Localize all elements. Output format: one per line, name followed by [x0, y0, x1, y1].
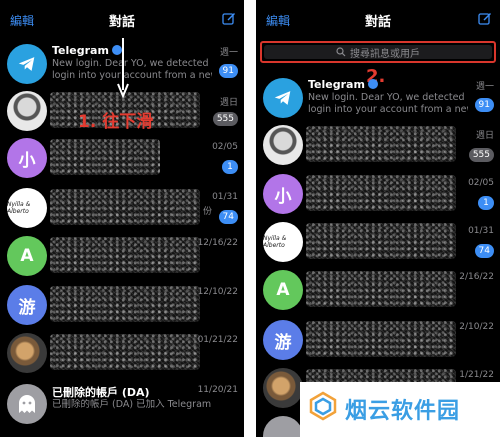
chat-name: 已刪除的帳戶 (DA) [52, 386, 150, 399]
avatar-initial: 游 [263, 320, 303, 360]
chat-date: 02/05 [212, 142, 238, 152]
ghost-icon [7, 384, 47, 424]
chat-preview-line-1: 已刪除的帳戶 (DA) 已加入 Telegram [52, 399, 212, 410]
chat-item[interactable]: 游 2/10/22 [256, 318, 500, 366]
chat-date: 2/16/22 [459, 272, 494, 282]
chat-date: 週一 [219, 48, 238, 58]
ghost-icon [263, 416, 303, 437]
unread-badge: 555 [212, 112, 238, 126]
unread-badge: 74 [474, 244, 494, 258]
blurred-chat-content [306, 223, 456, 259]
unread-badge: 91 [218, 64, 238, 78]
avatar-initial: A [7, 236, 47, 276]
chat-preview-line-1: New login. Dear YO, we detected a [308, 92, 468, 103]
avatar-initial: 小 [263, 174, 303, 214]
blurred-chat-content [306, 126, 456, 162]
chat-item[interactable]: 小 02/05 1 [0, 136, 244, 184]
avatar-logo: Nyilla & Alberto [263, 222, 303, 262]
blurred-chat-content [306, 175, 456, 211]
screen-title: 對話 [108, 15, 135, 30]
telegram-logo-icon [7, 44, 47, 84]
chat-preview-fragment: 份 [203, 207, 213, 217]
top-bar: 編輯 對話 [0, 0, 244, 40]
compose-icon[interactable] [222, 12, 236, 26]
chat-date: 週日 [219, 98, 238, 108]
chat-date: 1/21/22 [459, 370, 494, 380]
unread-badge: 1 [222, 160, 238, 174]
chat-item[interactable]: 01/21/22 [0, 331, 244, 377]
avatar-photo [7, 91, 47, 131]
compose-icon[interactable] [478, 12, 492, 26]
telegram-logo-icon [263, 78, 303, 118]
watermark-text: 烟云软件园 [345, 399, 461, 424]
avatar-photo [263, 125, 303, 165]
chat-item[interactable]: 游 12/10/22 [0, 283, 244, 329]
avatar-initial: 小 [7, 138, 47, 178]
top-bar: 編輯 對話 [256, 0, 500, 40]
chat-list-screen-after: 編輯 對話 搜尋訊息或用戶 2. Telegram New login. Dea… [256, 0, 500, 437]
chat-item[interactable]: 週日 555 [256, 122, 500, 170]
screen-title: 對話 [364, 15, 391, 30]
chat-date: 12/10/22 [197, 287, 238, 297]
unread-badge: 1 [478, 196, 494, 210]
chat-date: 01/31 [468, 226, 494, 236]
chat-date: 2/10/22 [459, 322, 494, 332]
scroll-down-arrow-icon [117, 38, 129, 98]
chat-item[interactable]: 小 02/05 1 [256, 172, 500, 220]
chat-item[interactable]: A 2/16/22 [256, 268, 500, 316]
avatar-initial: A [263, 270, 303, 310]
avatar-logo: Nyilla & Alberto [7, 188, 47, 228]
watermark-logo-icon [309, 391, 337, 421]
blurred-chat-content [50, 334, 200, 370]
search-bar-highlight[interactable]: 搜尋訊息或用戶 [260, 41, 496, 63]
chat-date: 週日 [475, 131, 494, 141]
search-placeholder: 搜尋訊息或用戶 [350, 48, 420, 60]
search-input[interactable]: 搜尋訊息或用戶 [264, 45, 492, 60]
chat-name: Telegram [308, 78, 365, 91]
search-icon [336, 47, 346, 57]
avatar-photo [263, 368, 303, 408]
chat-list-screen-before: 編輯 對話 Telegram New login. Dear YO, we de… [0, 0, 244, 437]
avatar-initial: 游 [7, 285, 47, 325]
chat-date: 週一 [475, 82, 494, 92]
chat-item[interactable]: Nyilla & Alberto 01/31 74 [256, 220, 500, 268]
unread-badge: 555 [468, 148, 494, 162]
chat-item-deleted-account[interactable]: 已刪除的帳戶 (DA) 已刪除的帳戶 (DA) 已加入 Telegram 11/… [0, 380, 244, 430]
avatar-photo [7, 333, 47, 373]
unread-badge: 91 [474, 98, 494, 112]
chat-date: 11/20/21 [197, 385, 238, 395]
chat-preview-line-2: login into your account from a new d [52, 70, 212, 81]
verified-badge-icon [367, 79, 378, 89]
chat-preview-line-1: New login. Dear YO, we detected a [52, 58, 212, 69]
blurred-chat-content [50, 237, 200, 273]
chat-date: 01/31 [212, 192, 238, 202]
chat-date: 12/16/22 [197, 238, 238, 248]
chat-date: 02/05 [468, 178, 494, 188]
blurred-chat-content [50, 189, 200, 225]
blurred-chat-content [306, 271, 456, 307]
chat-date: 01/21/22 [197, 335, 238, 345]
chat-preview-line-2: login into your account from a new d [308, 104, 468, 115]
chat-name: Telegram [52, 44, 109, 57]
blurred-chat-content [50, 286, 200, 322]
blurred-chat-content [306, 321, 456, 357]
unread-badge: 74 [218, 210, 238, 224]
chat-item[interactable]: Nyilla & Alberto 份 01/31 74 [0, 186, 244, 234]
blurred-chat-content [50, 139, 160, 175]
chat-item[interactable]: A 12/16/22 [0, 234, 244, 280]
chat-item-telegram[interactable]: Telegram New login. Dear YO, we detected… [256, 74, 500, 122]
annotation-scroll-down: 1. 往下滑 [78, 112, 154, 132]
